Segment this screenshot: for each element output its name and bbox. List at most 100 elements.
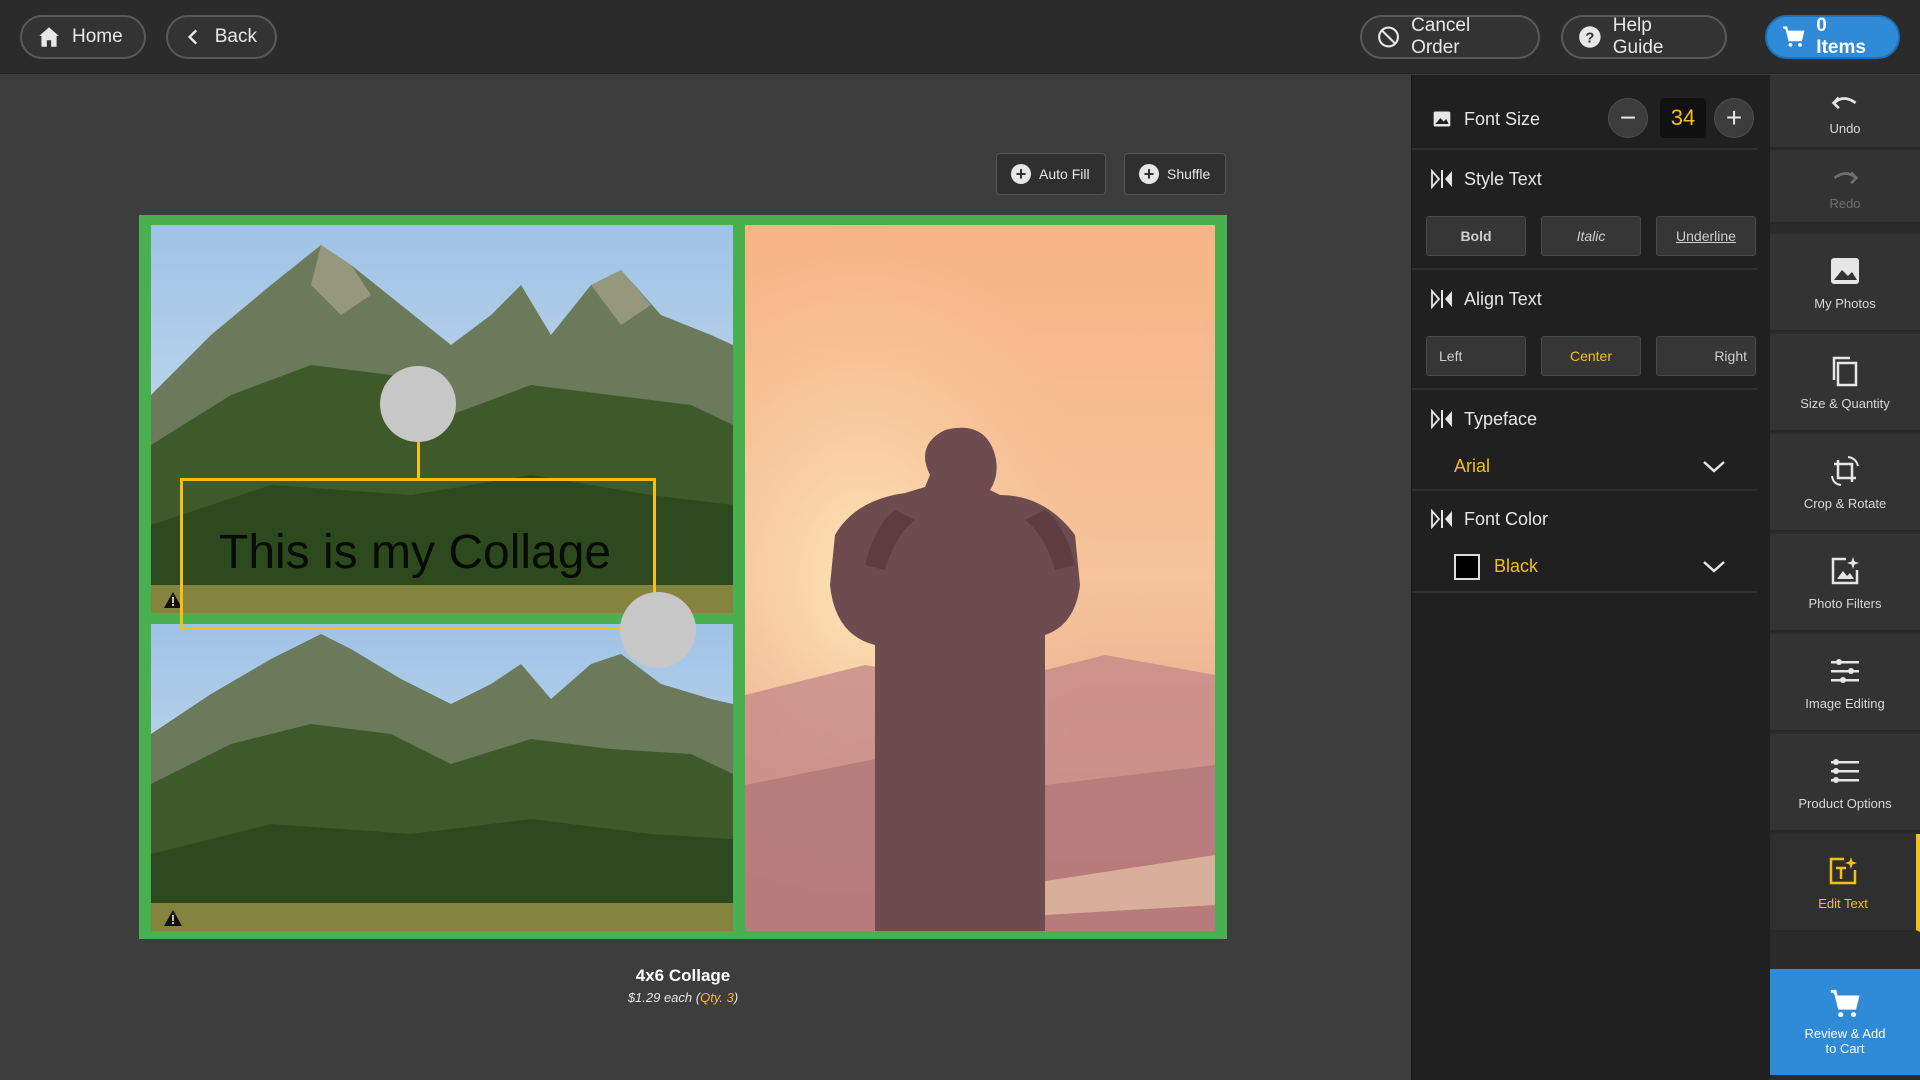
my-photos-button[interactable]: My Photos <box>1770 234 1920 332</box>
mountain-photo <box>151 624 733 931</box>
rotate-handle[interactable] <box>380 366 456 442</box>
edit-text-panel: Font Size − 34 + Style Text Bold Italic … <box>1411 75 1770 1080</box>
italic-button[interactable]: Italic <box>1541 216 1641 256</box>
text-selection-box[interactable]: This is my Collage <box>180 478 656 630</box>
cancel-icon <box>1378 26 1399 48</box>
plus-icon: + <box>1725 102 1743 133</box>
cancel-order-label: Cancel Order <box>1411 15 1471 58</box>
crop-rotate-label: Crop & Rotate <box>1803 495 1887 511</box>
home-button[interactable]: Home <box>20 15 146 59</box>
plus-icon: + <box>1011 164 1031 184</box>
typeface-label: Typeface <box>1464 408 1538 429</box>
product-title: 4x6 Collage <box>635 966 731 985</box>
svg-text:?: ? <box>1585 29 1594 46</box>
redo-label: Redo <box>1829 195 1861 211</box>
align-marker-icon <box>1431 169 1452 189</box>
quantity-text: Qty. 3 <box>700 990 734 1005</box>
crop-rotate-icon <box>1831 455 1859 486</box>
image-editing-button[interactable]: Image Editing <box>1770 634 1920 732</box>
font-color-select[interactable]: Black <box>1412 545 1757 589</box>
back-button[interactable]: Back <box>166 15 277 59</box>
font-color-value: Black <box>1494 556 1539 576</box>
help-icon: ? <box>1579 26 1601 48</box>
sliders-icon <box>1831 758 1859 783</box>
divider <box>1412 591 1757 593</box>
edit-text-label: Edit Text <box>1818 895 1868 911</box>
divider <box>1412 489 1757 491</box>
align-marker-icon <box>1431 509 1452 529</box>
decrease-font-button[interactable]: − <box>1608 98 1648 138</box>
cart-label: 0 Items <box>1816 15 1866 58</box>
divider <box>1412 388 1757 390</box>
cart-icon <box>1830 989 1860 1018</box>
auto-fill-button[interactable]: + Auto Fill <box>996 153 1106 195</box>
price-text: $1.29 each <box>627 990 693 1005</box>
underline-button[interactable]: Underline <box>1656 216 1756 256</box>
shuffle-button[interactable]: + Shuffle <box>1124 153 1226 195</box>
align-marker-icon <box>1431 289 1452 309</box>
product-options-label: Product Options <box>1798 795 1892 811</box>
my-photos-label: My Photos <box>1814 295 1876 311</box>
photo-slot-bottom-left[interactable] <box>151 624 733 931</box>
product-options-button[interactable]: Product Options <box>1770 734 1920 832</box>
cart-icon <box>1783 26 1805 47</box>
size-quantity-button[interactable]: Size & Quantity <box>1770 334 1920 432</box>
copy-icon <box>1832 356 1858 386</box>
redo-button[interactable]: Redo <box>1770 150 1920 224</box>
back-label: Back <box>214 26 257 47</box>
home-label: Home <box>72 26 123 47</box>
typeface-select[interactable]: Arial <box>1412 445 1757 489</box>
align-text-header: Align Text <box>1412 281 1757 317</box>
divider <box>1412 148 1757 150</box>
shuffle-label: Shuffle <box>1167 166 1211 182</box>
auto-fill-label: Auto Fill <box>1039 166 1090 182</box>
typeface-header: Typeface <box>1412 401 1757 437</box>
minus-icon: − <box>1619 102 1637 133</box>
image-icon <box>1831 257 1859 284</box>
undo-button[interactable]: Undo <box>1770 75 1920 149</box>
help-guide-label: Help Guide <box>1612 15 1664 58</box>
bold-button[interactable]: Bold <box>1426 216 1526 256</box>
filter-icon <box>1831 556 1859 584</box>
size-quantity-label: Size & Quantity <box>1800 395 1890 411</box>
style-text-header: Style Text <box>1412 161 1757 197</box>
qty-close-paren: ) <box>733 990 739 1005</box>
cart-button[interactable]: 0 Items <box>1765 15 1900 59</box>
typeface-value: Arial <box>1454 456 1491 476</box>
crop-rotate-button[interactable]: Crop & Rotate <box>1770 434 1920 532</box>
rotate-handle-stem <box>417 442 420 480</box>
redo-icon <box>1833 171 1859 184</box>
chevron-down-icon <box>1703 461 1725 473</box>
chevron-left-icon <box>187 29 198 45</box>
font-size-value[interactable]: 34 <box>1660 98 1706 138</box>
image-editing-label: Image Editing <box>1805 695 1885 711</box>
undo-icon <box>1831 96 1857 109</box>
cancel-order-button[interactable]: Cancel Order <box>1360 15 1540 59</box>
align-center-button[interactable]: Center <box>1541 336 1641 376</box>
undo-label: Undo <box>1829 120 1861 136</box>
sunset-person-photo <box>745 225 1215 931</box>
image-icon <box>1433 111 1451 127</box>
align-right-button[interactable]: Right <box>1656 336 1756 376</box>
review-add-to-cart-button[interactable]: Review & Add to Cart <box>1770 969 1920 1075</box>
increase-font-button[interactable]: + <box>1714 98 1754 138</box>
tool-sidebar: Undo Redo My Photos Size & Quantity Crop… <box>1770 75 1920 1080</box>
resize-handle[interactable] <box>620 592 696 668</box>
align-text-label: Align Text <box>1464 288 1542 309</box>
warning-icon[interactable] <box>163 909 183 927</box>
photo-slot-right[interactable] <box>745 225 1215 931</box>
font-color-header: Font Color <box>1412 501 1757 537</box>
review-add-to-cart-label: Review & Add to Cart <box>1804 1026 1886 1056</box>
sliders-icon <box>1831 658 1859 683</box>
edit-text-button[interactable]: Edit Text <box>1770 834 1920 932</box>
help-guide-button[interactable]: ? Help Guide <box>1561 15 1727 59</box>
color-swatch <box>1454 554 1480 580</box>
style-text-label: Style Text <box>1464 168 1542 189</box>
divider <box>1412 268 1757 270</box>
photo-filters-button[interactable]: Photo Filters <box>1770 534 1920 632</box>
font-size-label: Font Size <box>1464 108 1541 129</box>
qty-open-paren: ( <box>692 990 701 1005</box>
collage-text[interactable]: This is my Collage <box>219 525 611 580</box>
align-left-button[interactable]: Left <box>1426 336 1526 376</box>
top-bar: Home Back Cancel Order ? Help Guide 0 It… <box>0 0 1920 74</box>
